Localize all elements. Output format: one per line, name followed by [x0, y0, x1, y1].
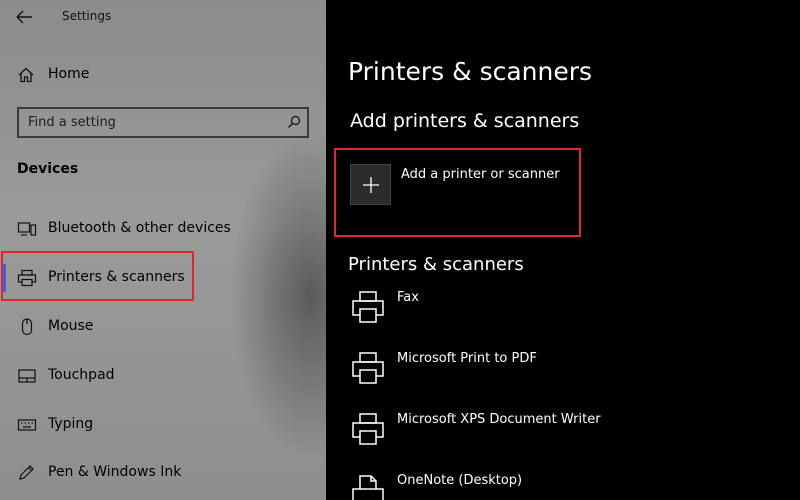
add-tile[interactable]	[350, 164, 391, 205]
sidebar-item-home[interactable]: Home	[0, 58, 326, 92]
section-title-devices: Devices	[17, 161, 79, 177]
sidebar: Settings Home Devices Bluetooth & other …	[0, 0, 326, 500]
sidebar-item-label: Pen & Windows Ink	[48, 464, 182, 480]
plus-icon	[363, 177, 379, 193]
pen-icon	[19, 465, 34, 480]
page-title: Printers & scanners	[348, 57, 593, 86]
sidebar-item-pen-windows-ink[interactable]: Pen & Windows Ink	[0, 453, 326, 493]
back-button[interactable]	[14, 8, 36, 26]
printer-name: Microsoft XPS Document Writer	[397, 412, 601, 427]
keyboard-icon	[17, 419, 37, 431]
sidebar-item-printers-scanners[interactable]: Printers & scanners	[0, 258, 326, 298]
sidebar-item-bluetooth[interactable]: Bluetooth & other devices	[0, 209, 326, 249]
printer-icon	[352, 413, 384, 445]
home-icon	[18, 67, 34, 83]
printer-name: Microsoft Print to PDF	[397, 351, 537, 366]
sidebar-item-typing[interactable]: Typing	[0, 405, 326, 445]
add-printer-button[interactable]: Add a printer or scanner	[344, 160, 584, 210]
title-bar: Settings	[0, 0, 326, 36]
printer-icon	[352, 291, 384, 323]
printer-name: OneNote (Desktop)	[397, 473, 523, 488]
sidebar-item-label: Printers & scanners	[48, 269, 185, 285]
sidebar-item-label: Typing	[48, 416, 94, 432]
printer-document-icon	[352, 475, 384, 500]
mouse-icon	[21, 318, 33, 336]
sidebar-item-label: Home	[48, 66, 90, 82]
sidebar-item-label: Bluetooth & other devices	[48, 220, 231, 236]
sidebar-item-label: Touchpad	[48, 367, 115, 383]
app-title: Settings	[62, 9, 112, 23]
printer-name: Fax	[397, 290, 419, 305]
section-title-printers: Printers & scanners	[348, 254, 524, 275]
sidebar-item-touchpad[interactable]: Touchpad	[0, 356, 326, 396]
printer-item-xps-writer[interactable]: Microsoft XPS Document Writer	[348, 410, 768, 462]
main-content: Printers & scanners Add printers & scann…	[326, 0, 800, 500]
sidebar-item-label: Mouse	[48, 318, 94, 334]
back-arrow-icon	[16, 10, 32, 24]
printer-item-print-to-pdf[interactable]: Microsoft Print to PDF	[348, 349, 768, 401]
printer-item-fax[interactable]: Fax	[348, 288, 768, 340]
bluetooth-icon	[17, 222, 37, 236]
section-title-add: Add printers & scanners	[350, 110, 580, 132]
printer-icon	[352, 352, 384, 384]
search-input[interactable]	[19, 109, 274, 136]
add-printer-label: Add a printer or scanner	[401, 167, 560, 182]
printer-icon	[17, 269, 37, 287]
printer-item-onenote[interactable]: OneNote (Desktop)	[348, 471, 768, 500]
search-icon[interactable]	[287, 115, 301, 129]
touchpad-icon	[18, 369, 36, 383]
sidebar-item-mouse[interactable]: Mouse	[0, 307, 326, 347]
search-box[interactable]	[17, 107, 309, 138]
